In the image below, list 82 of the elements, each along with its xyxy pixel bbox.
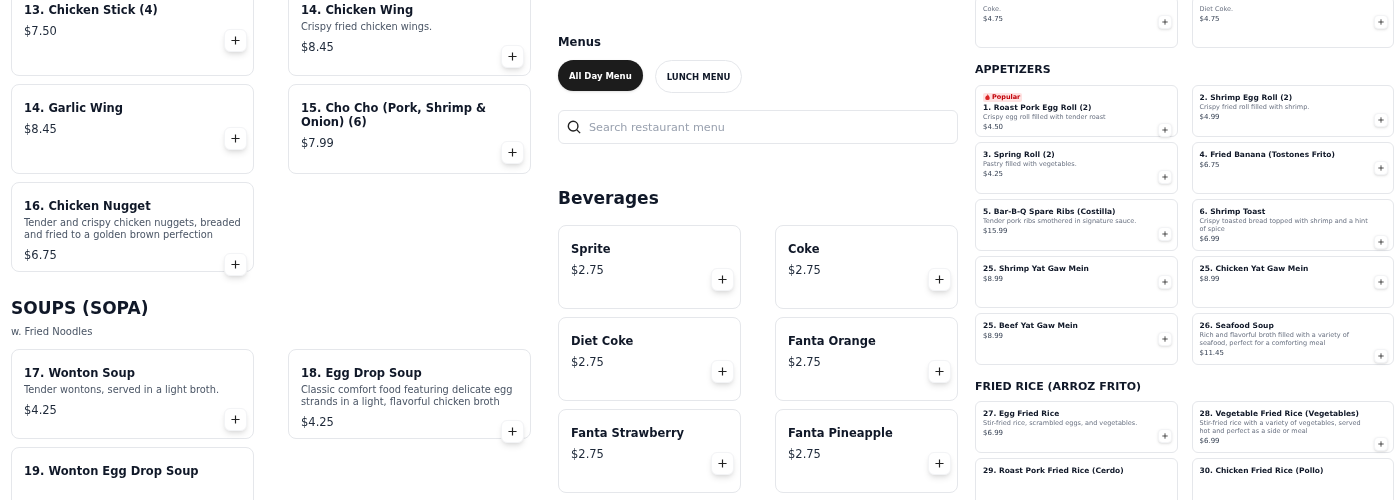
search-icon xyxy=(567,120,581,135)
item-price: $2.75 xyxy=(571,261,604,279)
item-name: 16. Chicken Nugget xyxy=(24,199,152,213)
plus-icon xyxy=(1161,173,1168,180)
plus-icon xyxy=(935,458,944,468)
section-title: FRIED RICE (ARROZ FRITO) xyxy=(975,378,1143,395)
item-price: $8.45 xyxy=(24,121,57,138)
item-name: Diet Coke xyxy=(571,333,635,348)
item-price: $6.75 xyxy=(24,247,57,264)
plus-icon xyxy=(1161,230,1168,237)
plus-icon xyxy=(1161,126,1168,133)
item-name: 19. Wonton Egg Drop Soup xyxy=(24,463,200,478)
plus-icon xyxy=(935,274,944,284)
item-name: 18. Egg Drop Soup xyxy=(301,365,423,380)
plus-icon xyxy=(1161,278,1168,285)
plus-icon xyxy=(508,148,517,157)
add-button[interactable] xyxy=(928,451,951,475)
add-button[interactable] xyxy=(711,359,734,383)
item-name: Sprite xyxy=(571,241,612,256)
item-name: Fanta Strawberry xyxy=(571,425,686,440)
add-button[interactable] xyxy=(501,45,524,68)
item-price: $2.75 xyxy=(788,353,821,371)
plus-icon xyxy=(718,274,727,284)
item-name: 15. Cho Cho (Pork, Shrimp & Onion) (6) xyxy=(301,101,488,129)
item-price: $2.75 xyxy=(571,445,604,463)
item-price: $7.99 xyxy=(301,135,334,152)
plus-icon xyxy=(718,366,727,376)
plus-icon xyxy=(231,134,240,143)
item-name: 17. Wonton Soup xyxy=(24,365,136,380)
add-button[interactable] xyxy=(711,267,734,291)
item-name: 14. Garlic Wing xyxy=(24,101,124,115)
menu-tab[interactable]: All Day Menu xyxy=(558,60,643,92)
item-description: Tender and crispy chicken nuggets, breaded and fried to a golden brown perfection xyxy=(24,217,241,241)
add-button[interactable] xyxy=(928,359,951,383)
item-price: $2.75 xyxy=(788,445,821,463)
item-price: $8.45 xyxy=(301,39,334,56)
plus-icon xyxy=(1378,441,1384,447)
plus-icon xyxy=(1378,352,1384,359)
item-price: $2.75 xyxy=(788,261,821,279)
plus-icon xyxy=(935,366,944,376)
plus-icon xyxy=(1161,19,1168,25)
add-button[interactable] xyxy=(501,419,524,443)
item-price: $7.50 xyxy=(24,23,57,40)
flame-icon xyxy=(985,94,990,100)
plus-icon xyxy=(1378,164,1384,171)
item-price: $4.25 xyxy=(301,413,334,431)
item-price: $4.25 xyxy=(24,401,57,419)
item-description: Crispy fried chicken wings. xyxy=(301,21,434,33)
section-title: APPETIZERS xyxy=(975,62,1052,78)
add-button[interactable] xyxy=(928,267,951,291)
plus-icon xyxy=(1378,238,1384,245)
plus-icon xyxy=(231,36,240,45)
add-button[interactable] xyxy=(711,451,734,475)
add-button[interactable] xyxy=(224,29,247,52)
item-description: Tender wontons, served in a light broth. xyxy=(24,383,221,396)
plus-icon xyxy=(231,260,240,269)
item-name: 14. Chicken Wing xyxy=(301,3,415,17)
section-subtitle: w. Fried Noodles xyxy=(11,324,94,339)
item-name: Fanta Orange xyxy=(788,333,877,348)
menus-label: Menus xyxy=(558,34,602,51)
section-title: SOUPS (SOPA) xyxy=(11,297,150,320)
plus-icon xyxy=(1378,19,1384,25)
plus-icon xyxy=(1161,335,1168,342)
plus-icon xyxy=(1378,278,1384,285)
section-title: Beverages xyxy=(558,187,660,211)
plus-icon xyxy=(718,458,727,468)
add-button[interactable] xyxy=(224,407,247,431)
plus-icon xyxy=(231,414,240,424)
add-button[interactable] xyxy=(501,141,524,164)
item-description: Classic comfort food featuring delicate egg strands in a light, flavorful chicken broth xyxy=(301,383,514,408)
item-name: Fanta Pineapple xyxy=(788,425,894,440)
add-button[interactable] xyxy=(224,127,247,150)
search-field[interactable]: Search restaurant menu xyxy=(558,110,958,145)
item-price: $2.75 xyxy=(571,353,604,371)
item-name: Coke xyxy=(788,241,821,256)
plus-icon xyxy=(1378,116,1384,123)
plus-icon xyxy=(1161,433,1168,439)
item-name: 13. Chicken Stick (4) xyxy=(24,3,159,17)
plus-icon xyxy=(508,426,517,436)
menu-tab[interactable]: LUNCH MENU xyxy=(654,60,743,94)
plus-icon xyxy=(508,52,517,61)
add-button[interactable] xyxy=(224,253,247,276)
